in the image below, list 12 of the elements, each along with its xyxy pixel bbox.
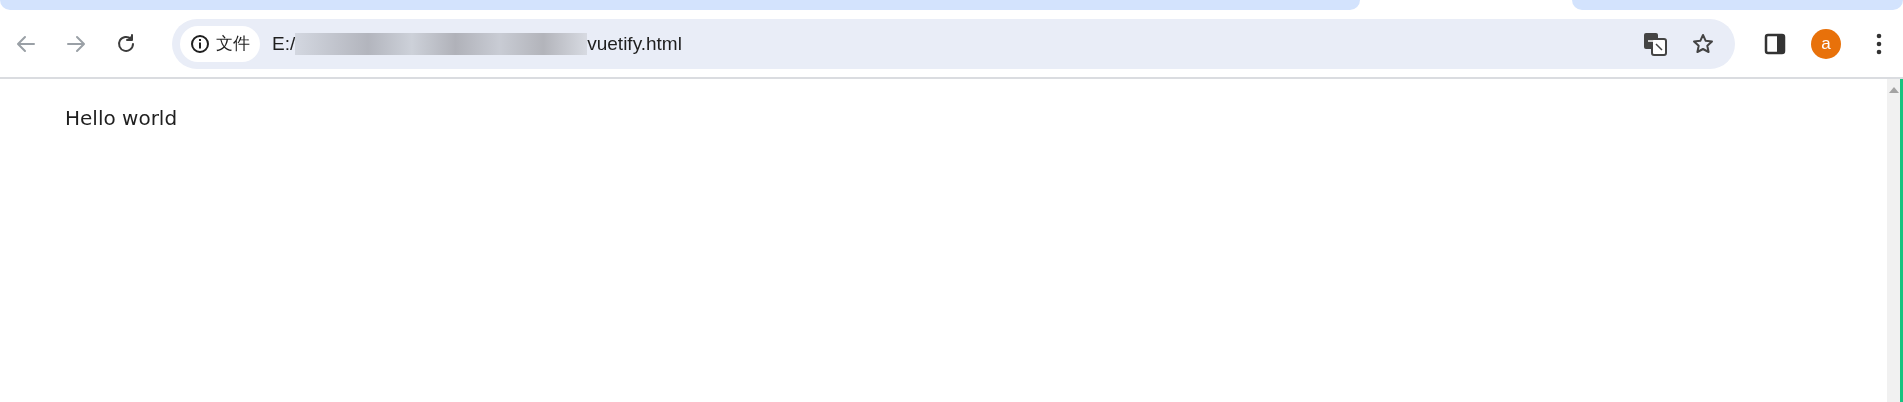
translate-icon [1642, 30, 1668, 57]
site-info-chip[interactable]: 文件 [180, 25, 260, 62]
url-text: E:/ [272, 32, 296, 55]
more-vertical-icon [1876, 32, 1882, 55]
page-text: Hello world [65, 106, 179, 130]
scroll-up-icon [1888, 87, 1899, 93]
url-text: vuetify.html [587, 32, 682, 55]
scrollbar[interactable] [1887, 79, 1903, 402]
info-icon [190, 33, 210, 54]
address-bar[interactable]: 文件 E:/ vuetify.html [172, 18, 1735, 69]
side-panel-icon [1764, 32, 1786, 55]
star-icon [1691, 31, 1715, 56]
